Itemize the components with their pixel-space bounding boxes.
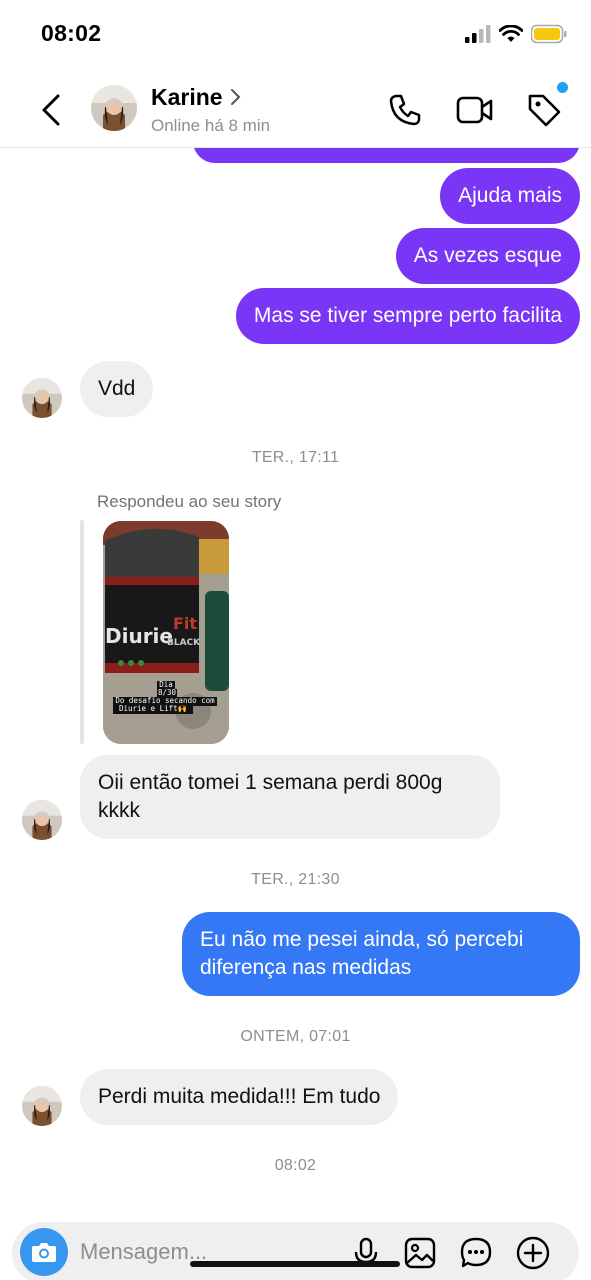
status-icons: [465, 24, 567, 49]
back-arrow-icon: [42, 94, 60, 126]
notification-dot: [557, 82, 568, 93]
message-outgoing[interactable]: Eu não me pesei ainda, só percebi difere…: [182, 912, 580, 996]
gallery-button[interactable]: [402, 1235, 438, 1271]
contact-name[interactable]: Karine: [151, 84, 223, 111]
wifi-icon: [498, 24, 524, 48]
gallery-icon: [404, 1237, 436, 1269]
message-outgoing-partial[interactable]: [193, 148, 580, 163]
timestamp: 08:02: [274, 1157, 317, 1174]
plus-icon: [516, 1236, 550, 1270]
sender-avatar[interactable]: [22, 1086, 62, 1126]
message-incoming[interactable]: Perdi muita medida!!! Em tudo: [80, 1069, 399, 1125]
message-text: As vezes esque: [413, 244, 562, 267]
tag-button[interactable]: [524, 82, 568, 130]
message-outgoing[interactable]: As vezes esque: [395, 228, 580, 284]
back-button[interactable]: [34, 90, 68, 130]
message-incoming[interactable]: Vdd: [80, 361, 154, 417]
video-camera-icon: [456, 96, 493, 124]
video-call-button[interactable]: [455, 90, 495, 130]
tag-icon: [528, 94, 561, 127]
reply-line: [80, 520, 84, 744]
message-composer: [12, 1222, 579, 1280]
chat-header: Karine Online há 8 min: [0, 70, 591, 148]
story-reply-label: Respondeu ao seu story: [97, 492, 282, 511]
message-text: Eu não me pesei ainda, só percebi difere…: [200, 928, 524, 979]
message-text: Ajuda mais: [458, 184, 562, 207]
contact-status: Online há 8 min: [151, 116, 271, 135]
story-caption: Diurie e Lift🙌: [119, 704, 187, 713]
sender-avatar[interactable]: [22, 378, 62, 418]
story-brand-fit: Fit: [173, 614, 197, 633]
sender-avatar[interactable]: [22, 800, 62, 840]
chevron-right-icon[interactable]: [230, 88, 242, 106]
message-text: Vdd: [98, 377, 136, 400]
add-button[interactable]: [515, 1235, 551, 1271]
battery-icon: [530, 24, 567, 49]
camera-button[interactable]: [20, 1228, 68, 1276]
sticker-chat-icon: [460, 1237, 492, 1268]
signal-icon: [465, 25, 491, 48]
message-text: Perdi muita medida!!! Em tudo: [98, 1085, 381, 1108]
status-bar: 08:02: [0, 0, 591, 70]
timestamp: TER., 21:30: [251, 871, 340, 888]
timestamp: ONTEM, 07:01: [240, 1028, 351, 1045]
call-button[interactable]: [385, 90, 425, 130]
story-thumbnail[interactable]: Diurie Fit BLACK Dia 8/30 Do desafio sec…: [103, 521, 229, 744]
home-indicator: [190, 1261, 400, 1267]
phone-icon: [389, 94, 421, 126]
message-outgoing[interactable]: Ajuda mais: [440, 168, 580, 224]
message-thread[interactable]: Ajuda mais As vezes esque Mas se tiver s…: [0, 148, 591, 1216]
message-incoming[interactable]: Oii então tomei 1 semana perdi 800g kkkk: [80, 755, 500, 839]
story-brand-sub: BLACK: [167, 638, 201, 648]
timestamp: TER., 17:11: [251, 449, 340, 466]
contact-avatar[interactable]: [91, 85, 137, 131]
message-text: Mas se tiver sempre perto facilita: [253, 304, 562, 327]
message-text: Oii então tomei 1 semana perdi 800g kkkk: [98, 771, 443, 822]
status-time: 08:02: [41, 20, 102, 46]
story-brand: Diurie: [105, 624, 173, 648]
camera-icon: [32, 1243, 56, 1262]
message-outgoing[interactable]: Mas se tiver sempre perto facilita: [235, 288, 580, 344]
sticker-button[interactable]: [458, 1235, 494, 1271]
